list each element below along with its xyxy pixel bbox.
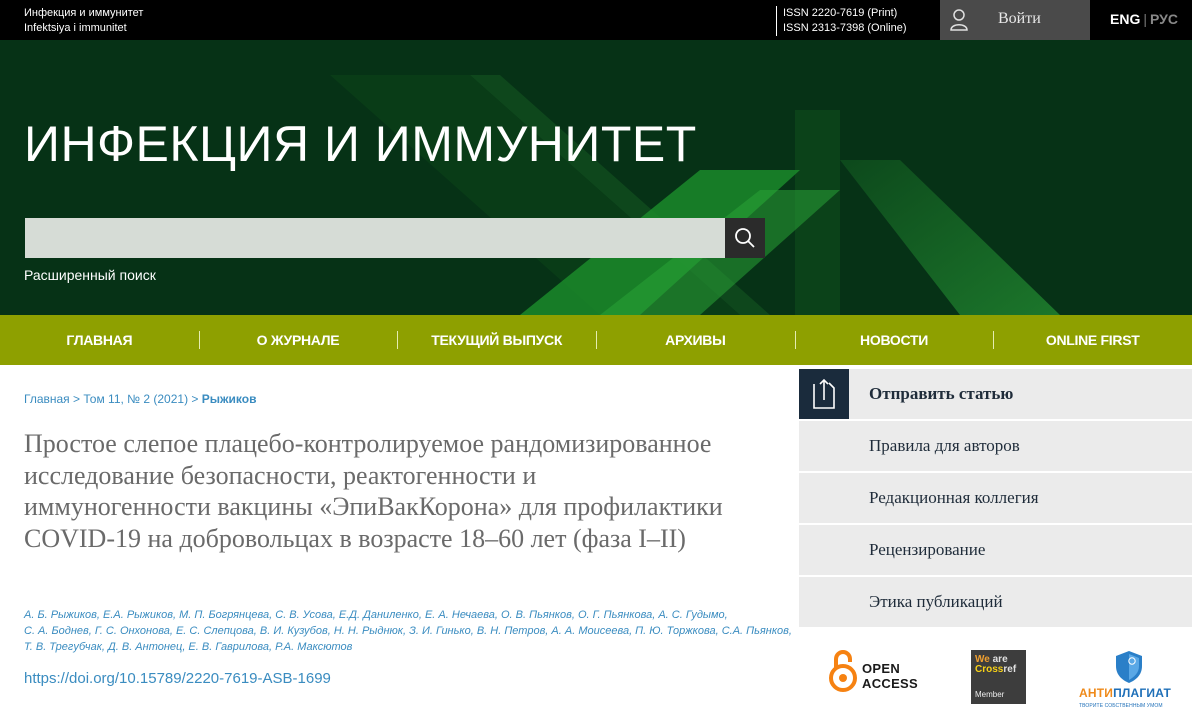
submit-article-button[interactable]: Отправить статью bbox=[799, 369, 1192, 419]
upload-document-icon bbox=[813, 378, 835, 409]
language-switcher: ENG | РУС bbox=[1110, 11, 1178, 27]
sidebar-item-label: Правила для авторов bbox=[869, 436, 1020, 455]
sidebar-item-peer-review[interactable]: Рецензирование bbox=[799, 525, 1192, 575]
sidebar-item-label: Редакционная коллегия bbox=[869, 488, 1039, 507]
authors-line[interactable]: А. Б. Рыжиков, Е.А. Рыжиков, М. П. Богря… bbox=[24, 607, 794, 623]
open-access-line: OPEN bbox=[862, 661, 901, 676]
search-button[interactable] bbox=[725, 218, 765, 258]
nav-item-news[interactable]: НОВОСТИ bbox=[794, 315, 994, 365]
crossref-ref: ref bbox=[1003, 664, 1017, 675]
site-title: ИНФЕКЦИЯ И ИММУНИТЕТ bbox=[24, 116, 697, 172]
nav-item-about[interactable]: О ЖУРНАЛЕ bbox=[198, 315, 398, 365]
breadcrumb-home[interactable]: Главная bbox=[24, 392, 70, 406]
crossref-member-logo[interactable]: We are Crossref Member bbox=[971, 650, 1026, 704]
issn-block: ISSN 2220-7619 (Print) ISSN 2313-7398 (O… bbox=[776, 6, 907, 36]
doi-link[interactable]: https://doi.org/10.15789/2220-7619-ASB-1… bbox=[24, 670, 331, 687]
user-icon bbox=[950, 9, 968, 31]
issn-print: ISSN 2220-7619 (Print) bbox=[783, 7, 898, 19]
search-input[interactable] bbox=[25, 218, 725, 258]
antiplagiat-name: АНТИПЛАГИАТ bbox=[1079, 686, 1171, 700]
sidebar-item-editorial-board[interactable]: Редакционная коллегия bbox=[799, 473, 1192, 523]
breadcrumb: Главная > Том 11, № 2 (2021) > Рыжиков bbox=[24, 392, 256, 406]
journal-names: Инфекция и иммунитет Infektsiya i immuni… bbox=[24, 6, 143, 36]
crossref-text: We are Crossref bbox=[975, 655, 1016, 675]
breadcrumb-current: Рыжиков bbox=[201, 392, 257, 406]
open-access-line: ACCESS bbox=[862, 676, 918, 691]
login-button[interactable]: Войти bbox=[940, 0, 1090, 40]
hero-banner: ИНФЕКЦИЯ И ИММУНИТЕТ Расширенный поиск bbox=[0, 40, 1192, 315]
journal-name-ru: Инфекция и иммунитет bbox=[24, 7, 144, 19]
lang-eng-link[interactable]: ENG bbox=[1110, 11, 1140, 27]
sidebar-item-label: Этика публикаций bbox=[869, 592, 1003, 611]
open-access-logo[interactable]: OPEN ACCESS bbox=[827, 648, 937, 698]
article-authors: А. Б. Рыжиков, Е.А. Рыжиков, М. П. Богря… bbox=[24, 607, 794, 655]
antiplagiat-tagline: ТВОРИТЕ СОБСТВЕННЫМ УМОМ bbox=[1079, 703, 1163, 709]
journal-name-lat: Infektsiya i immunitet bbox=[24, 22, 127, 34]
advanced-search-link[interactable]: Расширенный поиск bbox=[24, 267, 156, 283]
lang-separator: | bbox=[1143, 11, 1147, 27]
top-bar: Инфекция и иммунитет Infektsiya i immuni… bbox=[0, 0, 1192, 40]
sidebar-item-label: Рецензирование bbox=[869, 540, 986, 559]
submit-icon-box bbox=[799, 369, 849, 419]
crossref-member-label: Member bbox=[975, 690, 1005, 699]
hero-background-graphic bbox=[330, 75, 1060, 315]
antiplagiat-logo[interactable]: АНТИПЛАГИАТ ТВОРИТЕ СОБСТВЕННЫМ УМОМ bbox=[1079, 648, 1179, 709]
authors-line[interactable]: Т. В. Трегубчак, Д. В. Антонец, Е. В. Га… bbox=[24, 639, 794, 655]
main-nav: ГЛАВНАЯ О ЖУРНАЛЕ ТЕКУЩИЙ ВЫПУСК АРХИВЫ … bbox=[0, 315, 1192, 365]
crossref-cross: Cross bbox=[975, 664, 1004, 675]
breadcrumb-separator: > bbox=[191, 392, 199, 406]
breadcrumb-separator: > bbox=[73, 392, 81, 406]
lang-rus-link[interactable]: РУС bbox=[1150, 11, 1178, 27]
partner-logos: OPEN ACCESS We are Crossref Member АНТИП… bbox=[799, 640, 1192, 710]
sidebar-item-publication-ethics[interactable]: Этика публикаций bbox=[799, 577, 1192, 627]
sidebar-item-author-guidelines[interactable]: Правила для авторов bbox=[799, 421, 1192, 471]
authors-line[interactable]: С. А. Боднев, Г. С. Онхонова, Е. С. Слеп… bbox=[24, 623, 794, 639]
login-label: Войти bbox=[998, 10, 1041, 27]
antiplagiat-anti: АНТИ bbox=[1079, 686, 1114, 700]
search-icon bbox=[735, 228, 755, 248]
nav-item-archives[interactable]: АРХИВЫ bbox=[596, 315, 795, 365]
breadcrumb-issue[interactable]: Том 11, № 2 (2021) bbox=[83, 392, 188, 406]
open-access-lock-icon bbox=[829, 650, 857, 692]
nav-item-online-first[interactable]: ONLINE FIRST bbox=[993, 315, 1192, 365]
submit-article-label: Отправить статью bbox=[869, 384, 1014, 403]
issn-online: ISSN 2313-7398 (Online) bbox=[783, 22, 907, 34]
antiplagiat-rest: ПЛАГИАТ bbox=[1113, 686, 1172, 700]
article-title: Простое слепое плацебо-контролируемое ра… bbox=[24, 429, 723, 553]
nav-item-home[interactable]: ГЛАВНАЯ bbox=[0, 315, 199, 365]
shield-icon bbox=[1116, 651, 1142, 683]
open-access-text: OPEN ACCESS bbox=[862, 661, 918, 691]
nav-item-current-issue[interactable]: ТЕКУЩИЙ ВЫПУСК bbox=[397, 315, 596, 365]
sidebar: Отправить статью Правила для авторов Ред… bbox=[799, 369, 1192, 629]
